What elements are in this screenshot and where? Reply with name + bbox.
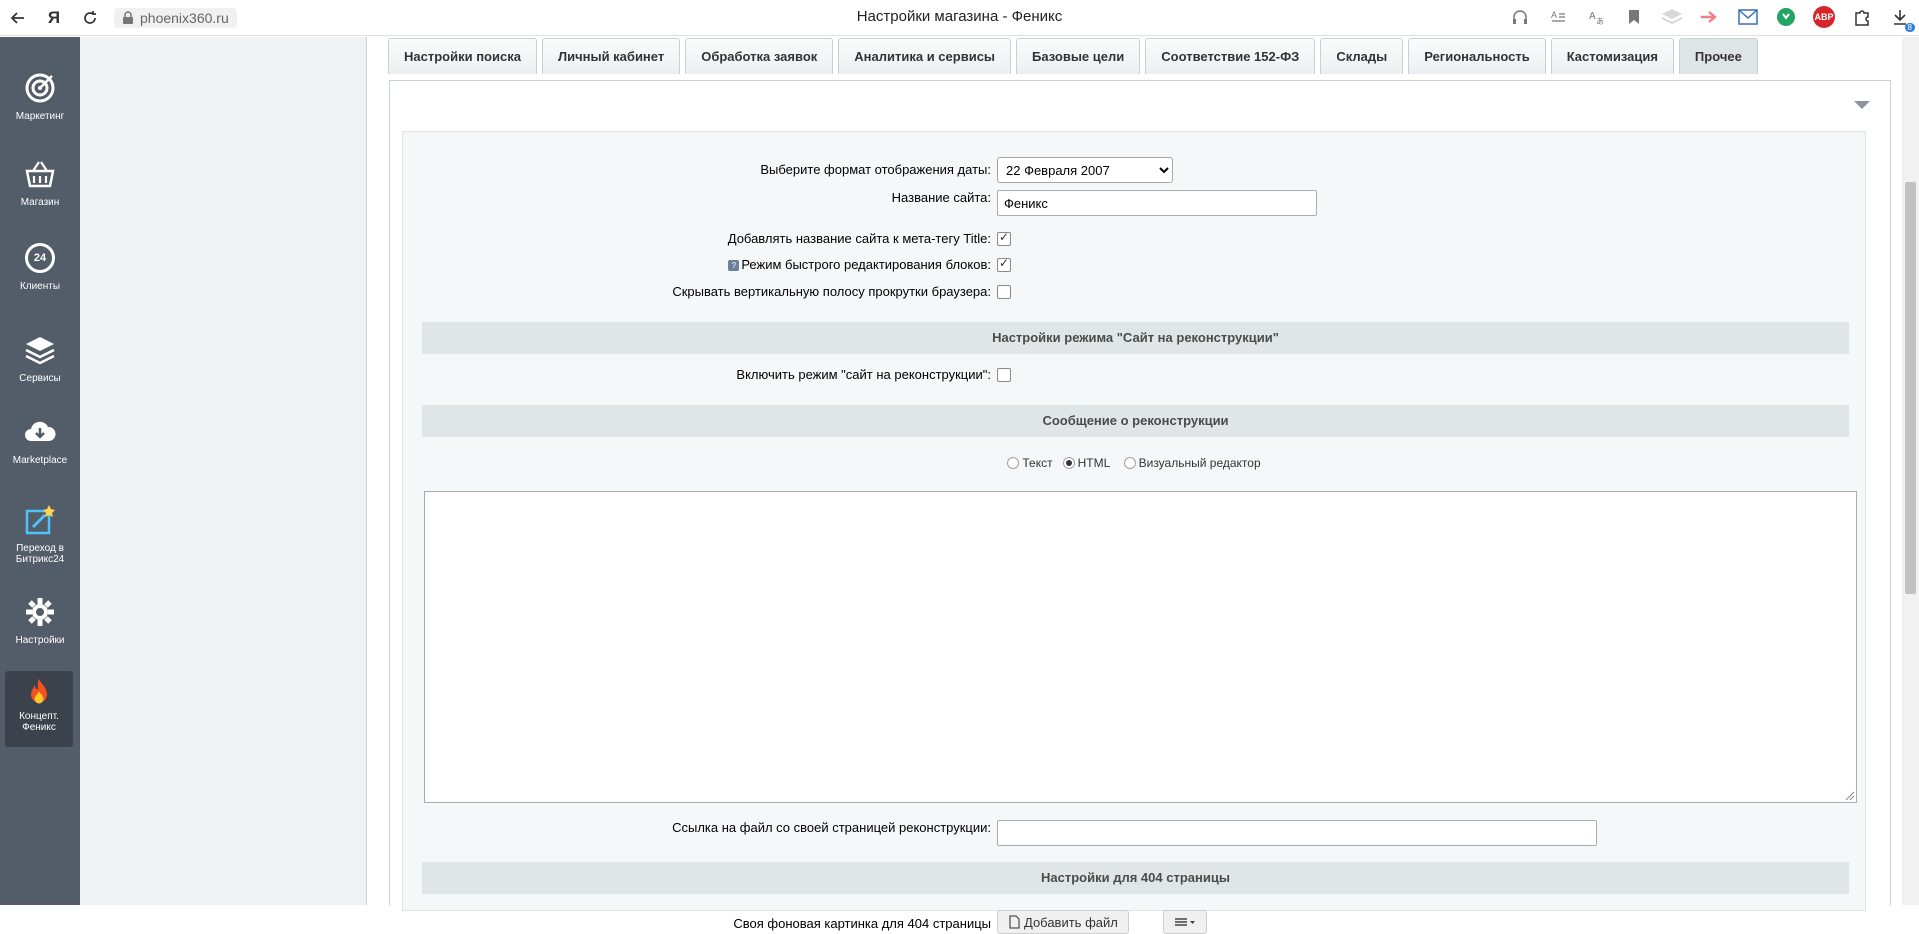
date-format-label: Выберите формат отображения даты: [760,162,991,177]
translate-icon[interactable]: Aあ [1585,6,1607,28]
sidebar-item-label: Маркетинг [15,111,65,122]
tab-other[interactable]: Прочее [1678,38,1758,74]
quick-edit-label: ? Режим быстрого редактирования блоков: [728,257,991,272]
hide-scroll-label: Скрывать вертикальную полосу прокрутки б… [672,284,991,299]
clients-icon: 24 [25,243,55,273]
url-text: phoenix360.ru [140,9,229,26]
mail-icon[interactable] [1737,6,1759,28]
settings-panel: Выберите формат отображения даты: 22 Фев… [402,131,1866,934]
sidebar-item-bitrix24[interactable]: Переход в Битрикс24 [0,503,80,565]
file-link-input[interactable] [997,820,1597,846]
layers-ext-icon[interactable] [1661,6,1683,28]
sidebar-item-marketplace[interactable]: Marketplace [0,415,80,466]
sidebar-item-services[interactable]: Сервисы [0,333,80,384]
tab-regionality[interactable]: Региональность [1408,38,1546,74]
page-scrollbar[interactable] [1902,37,1919,905]
hide-scroll-checkbox[interactable] [997,285,1011,299]
tab-152fz[interactable]: Соответствие 152-ФЗ [1145,38,1316,74]
enable-reconstruction-label: Включить режим "сайт на реконструкции": [736,367,991,382]
sidebar-item-shop[interactable]: Магазин [0,157,80,208]
layers-icon [25,337,55,365]
sidebar-item-marketing[interactable]: Маркетинг [0,71,80,122]
scrollbar-thumb[interactable] [1905,182,1916,594]
section-message: Сообщение о реконструкции [422,405,1849,437]
help-icon[interactable]: ? [728,260,740,271]
bg-image-label: Своя фоновая картинка для 404 страницы [733,916,991,931]
sidebar-item-label: Магазин [20,197,60,208]
sidebar-item-label: Концепт. Феникс [19,711,59,733]
puzzle-icon[interactable] [1851,6,1873,28]
headphones-icon[interactable] [1509,6,1531,28]
sidebar-item-clients[interactable]: 24 Клиенты [0,243,80,292]
radio-html[interactable]: HTML [1062,456,1110,470]
section-reconstruction: Настройки режима "Сайт на реконструкции" [422,322,1849,354]
radio-text[interactable]: Текст [1007,456,1053,470]
site-name-input[interactable] [997,190,1317,216]
tab-analytics[interactable]: Аналитика и сервисы [838,38,1012,74]
menu-icon [1175,918,1195,926]
back-icon[interactable] [0,0,36,36]
menu-button[interactable] [1163,910,1207,934]
cloud-download-icon [25,421,56,441]
add-title-checkbox[interactable] [997,230,1011,246]
svg-text:A: A [1589,11,1596,22]
tab-base-goals[interactable]: Базовые цели [1016,38,1141,74]
sidebar-item-label: Marketplace [12,455,68,466]
left-spacer [80,37,367,905]
target-icon [25,73,55,103]
sidebar-item-label: Настройки [15,635,65,646]
reload-icon[interactable] [72,0,108,36]
reader-icon[interactable]: A [1547,6,1569,28]
add-title-label: Добавлять название сайта к мета-тегу Tit… [727,231,991,246]
sidebar-item-label: Сервисы [19,373,61,384]
reconstruction-message-textarea[interactable] [424,491,1857,803]
bookmark-icon[interactable] [1623,6,1645,28]
magic-wand-icon [25,505,55,535]
green-ext-icon[interactable] [1775,6,1797,28]
sidebar-item-phoenix[interactable]: Концепт. Феникс [5,671,73,747]
file-icon [1009,915,1020,929]
download-icon[interactable]: 8 [1889,6,1915,32]
svg-text:A: A [1551,10,1557,20]
site-name-label: Название сайта: [891,190,991,205]
svg-text:あ: あ [1596,17,1604,25]
browser-toolbar: Я phoenix360.ru Настройки магазина - Фен… [0,0,1919,36]
yandex-icon[interactable]: Я [36,0,72,36]
settings-tabs: Настройки поиска Личный кабинет Обработк… [388,38,1758,74]
add-file-button[interactable]: Добавить файл [997,910,1129,934]
adblock-icon[interactable]: ABP [1813,6,1835,28]
download-badge: 8 [1904,23,1915,32]
resize-grip-icon[interactable] [1845,791,1855,801]
sidebar-item-label: Клиенты [19,281,61,292]
tab-warehouses[interactable]: Склады [1320,38,1404,74]
tab-content: Выберите формат отображения даты: 22 Фев… [389,80,1891,934]
tab-personal-account[interactable]: Личный кабинет [541,38,681,74]
pocket-icon[interactable] [1699,6,1721,28]
collapse-arrow-icon[interactable] [1854,101,1870,109]
lock-icon [123,10,133,24]
quick-edit-checkbox[interactable] [997,256,1011,272]
flame-icon [31,678,47,704]
section-404: Настройки для 404 страницы [422,862,1849,894]
date-format-select[interactable]: 22 Февраля 2007 [997,157,1173,183]
tab-requests[interactable]: Обработка заявок [685,38,834,74]
basket-icon [25,161,55,188]
sidebar-item-settings[interactable]: Настройки [0,595,80,646]
sidebar-item-label: Переход в Битрикс24 [15,543,65,565]
admin-sidebar: Маркетинг Магазин 24 Клиенты Сервисы Mar… [0,37,80,905]
radio-visual[interactable]: Визуальный редактор [1123,456,1261,470]
file-link-label: Ссылка на файл со своей страницей реконс… [672,820,991,835]
quick-edit-text: Режим быстрого редактирования блоков: [741,257,991,272]
tab-customization[interactable]: Кастомизация [1550,38,1674,74]
gear-icon [26,598,54,626]
tab-search-settings[interactable]: Настройки поиска [388,38,537,74]
editor-mode-group: Текст HTML Визуальный редактор [403,456,1865,470]
enable-reconstruction-checkbox[interactable] [997,368,1011,382]
address-bar[interactable]: phoenix360.ru [114,7,237,28]
